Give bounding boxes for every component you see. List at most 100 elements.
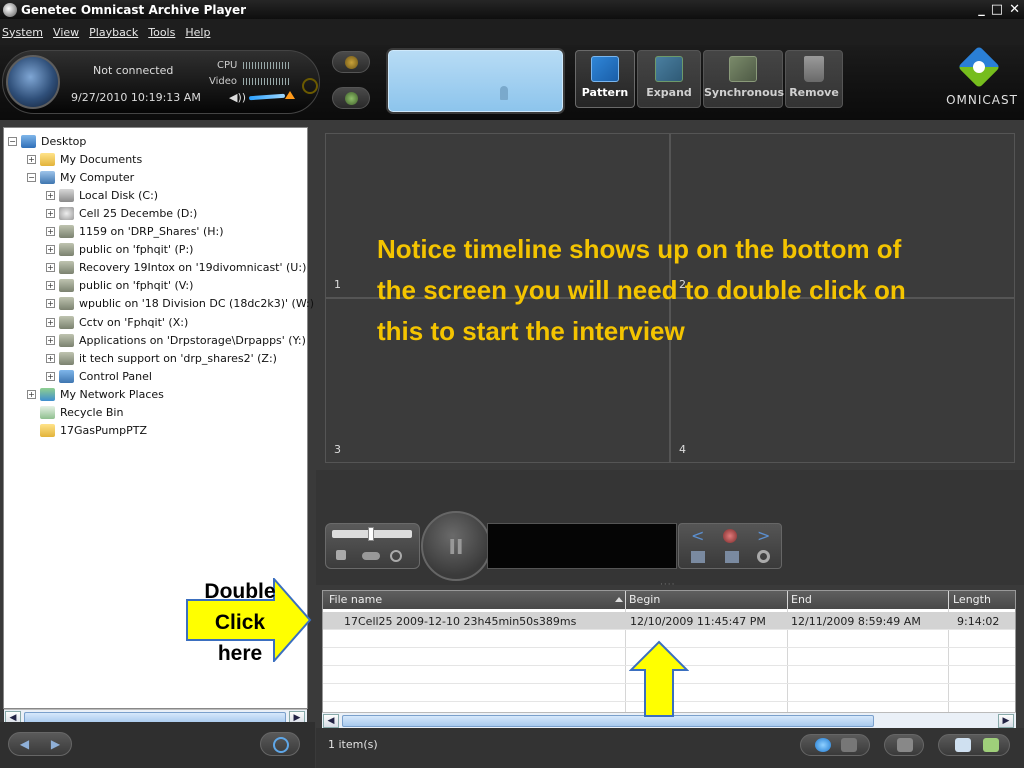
instruction-overlay: Notice timeline shows up on the bottom o… xyxy=(377,234,906,346)
expand-icon[interactable]: + xyxy=(46,353,55,363)
tree-item[interactable]: − Desktop xyxy=(8,132,86,150)
next-icon[interactable]: > xyxy=(757,526,770,545)
info-toggle[interactable] xyxy=(800,734,870,756)
menu-playback[interactable]: Playback xyxy=(89,26,138,39)
snapshot-icon[interactable] xyxy=(725,551,739,563)
tree-item[interactable]: + Applications on 'Drpstorage\Drpapps' (Y… xyxy=(46,331,306,349)
tree-item-label: wpublic on '18 Division DC (18dc2k3)' (W… xyxy=(79,297,315,311)
network-drive-icon xyxy=(59,297,74,311)
delete-button[interactable] xyxy=(884,734,924,756)
remove-button[interactable]: Remove xyxy=(785,50,843,108)
expand-icon[interactable]: + xyxy=(46,263,55,273)
scroll-thumb[interactable] xyxy=(342,715,874,727)
expand-icon[interactable]: + xyxy=(46,335,55,345)
scroll-right-icon[interactable]: ▶ xyxy=(998,714,1014,728)
expand-icon[interactable]: + xyxy=(46,245,55,255)
minimize-icon[interactable]: _ xyxy=(978,2,985,17)
synchronous-button[interactable]: Synchronous xyxy=(703,50,785,108)
tree-item[interactable]: + Control Panel xyxy=(46,367,152,385)
column-header[interactable]: Length xyxy=(953,593,991,606)
desktop-icon xyxy=(21,134,36,148)
pause-button[interactable]: II xyxy=(421,511,491,581)
expand-icon[interactable]: + xyxy=(27,154,36,164)
pattern-button[interactable]: Pattern xyxy=(575,50,635,108)
menu-tools[interactable]: Tools xyxy=(148,26,175,39)
forward-icon[interactable]: ▶ xyxy=(51,737,60,751)
lock-icon[interactable] xyxy=(336,550,346,560)
menu-system[interactable]: System xyxy=(2,26,43,39)
tree-item[interactable]: + wpublic on '18 Division DC (18dc2k3)' (… xyxy=(46,295,314,313)
tree-item[interactable]: + Cctv on 'Fphqit' (X:) xyxy=(46,313,188,331)
expand-icon[interactable]: + xyxy=(46,281,55,291)
speaker-icon[interactable]: ◀)) xyxy=(229,91,246,104)
tree-item-label: My Computer xyxy=(60,170,135,184)
tree-item-label: Control Panel xyxy=(79,369,152,383)
splitter-grip[interactable]: ···· xyxy=(660,580,675,590)
tree-item[interactable]: + public on 'fphqit' (V:) xyxy=(46,277,193,295)
omnicast-logo: OMNICAST xyxy=(940,45,1024,110)
file-name-cell: 17Cell25 2009-12-10 23h45min50s389ms xyxy=(344,615,577,628)
export-icon[interactable] xyxy=(691,551,705,563)
volume-slider[interactable] xyxy=(248,93,286,101)
tree-item[interactable]: + My Network Places xyxy=(27,385,164,403)
tree-item[interactable]: + My Documents xyxy=(27,150,142,168)
tree-item-label: Cell 25 Decembe (D:) xyxy=(79,206,198,220)
synchronous-label: Synchronous xyxy=(704,86,785,99)
green-dot-icon xyxy=(345,92,358,105)
trash-icon xyxy=(804,56,824,82)
timeline-display[interactable] xyxy=(487,523,677,569)
column-header[interactable]: File name xyxy=(329,593,382,606)
tree-item[interactable]: + it tech support on 'drp_shares2' (Z:) xyxy=(46,349,277,367)
expand-icon[interactable]: + xyxy=(46,190,55,200)
menu-view[interactable]: View xyxy=(53,26,79,39)
tree-item[interactable]: + Recovery 19Intox on '19divomnicast' (U:… xyxy=(46,259,306,277)
record-icon[interactable] xyxy=(757,550,770,563)
frame-nav: < > xyxy=(678,523,782,569)
bookmark-icon[interactable] xyxy=(723,529,737,543)
menu-help[interactable]: Help xyxy=(185,26,210,39)
scroll-left-icon[interactable]: ◀ xyxy=(323,714,339,728)
export-toggle[interactable] xyxy=(938,734,1010,756)
collapse-icon[interactable]: − xyxy=(27,172,36,182)
tree-item[interactable]: + Local Disk (C:) xyxy=(46,186,158,204)
speed-slider-knob[interactable] xyxy=(368,527,374,541)
column-header[interactable]: Begin xyxy=(629,593,660,606)
table-row[interactable]: 17Cell25 2009-12-10 23h45min50s389ms 12/… xyxy=(323,612,1015,630)
expand-button[interactable]: Expand xyxy=(637,50,701,108)
live-button[interactable] xyxy=(332,87,370,109)
tree-item[interactable]: + public on 'fphqit' (P:) xyxy=(46,241,193,259)
tree-item-label: Applications on 'Drpstorage\Drpapps' (Y:… xyxy=(79,333,306,347)
maximize-icon[interactable]: □ xyxy=(991,2,1003,17)
folder-icon xyxy=(40,152,55,166)
omnicast-logo-icon xyxy=(957,45,1001,89)
expand-icon[interactable]: + xyxy=(46,299,55,309)
globe-icon[interactable] xyxy=(6,55,60,109)
tree-item[interactable]: +1159 on 'DRP_Shares' (H:) xyxy=(46,223,224,241)
tree-item[interactable]: Recycle Bin xyxy=(27,404,123,422)
tree-item[interactable]: 17GasPumpPTZ xyxy=(27,422,147,440)
close-icon[interactable]: ✕ xyxy=(1009,2,1020,17)
camera-drop-panel[interactable] xyxy=(386,48,565,114)
snapshot-button[interactable] xyxy=(332,51,370,73)
monitor-icon xyxy=(955,738,971,752)
expand-icon[interactable]: + xyxy=(46,227,55,236)
turtle-icon[interactable] xyxy=(362,552,380,560)
previous-icon[interactable]: < xyxy=(691,526,704,545)
back-icon[interactable]: ◀ xyxy=(20,737,29,751)
expand-icon[interactable]: + xyxy=(46,317,55,327)
refresh-button[interactable] xyxy=(260,732,300,756)
window-title: Genetec Omnicast Archive Player xyxy=(21,2,247,17)
end-cell: 12/11/2009 8:59:49 AM xyxy=(791,615,921,628)
collapse-icon[interactable]: − xyxy=(8,136,17,146)
expand-icon[interactable]: + xyxy=(27,389,36,399)
volume-knob[interactable] xyxy=(285,91,295,99)
clock-icon[interactable] xyxy=(302,78,318,94)
up-arrow-annotation xyxy=(629,640,689,717)
column-header[interactable]: End xyxy=(791,593,812,606)
expand-icon[interactable]: + xyxy=(46,371,55,381)
expand-icon[interactable]: + xyxy=(46,208,55,218)
loop-icon[interactable] xyxy=(390,550,402,562)
tree-item[interactable]: − My Computer xyxy=(27,168,134,186)
tree-item[interactable]: + Cell 25 Decembe (D:) xyxy=(46,204,197,222)
